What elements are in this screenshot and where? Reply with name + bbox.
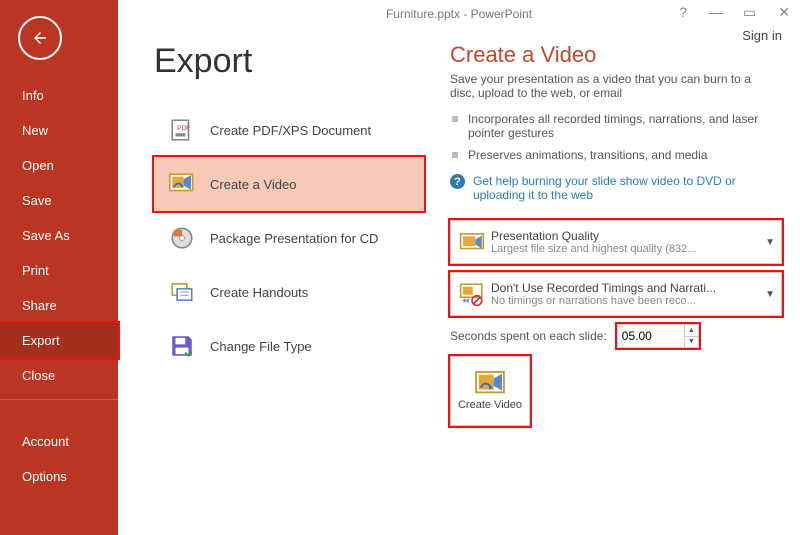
help-link[interactable]: ? Get help burning your slide show video… [450,174,770,202]
back-arrow-icon [31,29,49,47]
sidebar-item-new[interactable]: New [0,113,118,148]
page-title: Export [154,42,424,81]
sidebar-item-save-as[interactable]: Save As [0,218,118,253]
export-option-icon [162,279,202,305]
panel-heading: Create a Video [450,42,782,68]
restore-button[interactable]: ▭ [743,4,756,21]
create-video-button[interactable]: Create Video [450,356,530,426]
export-option-label: Create a Video [210,177,297,192]
sidebar-item-share[interactable]: Share [0,288,118,323]
help-icon: ? [450,174,465,189]
sidebar-item-export[interactable]: Export [0,323,118,358]
title-bar: Furniture.pptx - PowerPoint ? — ▭ ✕ [118,0,800,28]
export-option-create-a-video[interactable]: Create a Video [154,157,424,211]
export-option-create-pdf-xps-document[interactable]: PDF Create PDF/XPS Document [154,103,424,157]
timings-subtitle: No timings or narrations have been reco.… [491,295,765,307]
export-option-create-handouts[interactable]: Create Handouts [154,265,424,319]
no-timings-icon [457,281,487,307]
sidebar-divider [0,399,118,418]
create-video-panel: Create a Video Save your presentation as… [424,42,800,426]
panel-description: Save your presentation as a video that y… [450,72,770,100]
timings-dropdown[interactable]: Don't Use Recorded Timings and Narrati..… [450,272,782,316]
export-option-label: Change File Type [210,339,312,354]
quality-dropdown[interactable]: Presentation Quality Largest file size a… [450,220,782,264]
export-option-label: Create Handouts [210,285,308,300]
create-video-icon [475,371,505,397]
presentation-quality-icon [457,229,487,255]
export-option-icon [162,171,202,197]
sidebar-item-print[interactable]: Print [0,253,118,288]
export-option-label: Package Presentation for CD [210,231,378,246]
export-option-icon: PDF [162,117,202,143]
export-option-change-file-type[interactable]: Change File Type [154,319,424,373]
close-window-button[interactable]: ✕ [778,4,790,21]
sidebar-item-close[interactable]: Close [0,358,118,393]
sidebar-item-options[interactable]: Options [0,459,118,494]
seconds-label: Seconds spent on each slide: [450,329,607,343]
panel-bullet: Preserves animations, transitions, and m… [450,144,782,166]
export-option-package-presentation-for-cd[interactable]: Package Presentation for CD [154,211,424,265]
create-video-label: Create Video [458,399,522,411]
seconds-input[interactable] [618,325,684,347]
timings-title: Don't Use Recorded Timings and Narrati..… [491,281,765,295]
backstage-sidebar: InfoNewOpenSaveSave AsPrintShareExportCl… [0,0,118,535]
back-button[interactable] [18,16,62,60]
export-option-label: Create PDF/XPS Document [210,123,371,138]
sign-in-link[interactable]: Sign in [742,28,782,43]
export-option-icon [162,333,202,359]
export-option-icon [162,225,202,251]
sidebar-item-open[interactable]: Open [0,148,118,183]
panel-bullet: Incorporates all recorded timings, narra… [450,108,782,144]
minimize-button[interactable]: — [709,4,721,21]
sidebar-item-account[interactable]: Account [0,424,118,459]
export-options-list: PDF Create PDF/XPS Document Create a Video… [154,103,424,373]
svg-text:PDF: PDF [177,125,190,132]
chevron-down-icon: ▼ [765,289,775,300]
spinner-down-button[interactable]: ▼ [684,337,698,348]
sidebar-item-info[interactable]: Info [0,78,118,113]
help-button[interactable]: ? [679,4,687,21]
seconds-spinner[interactable]: ▲ ▼ [617,324,699,348]
panel-bullets: Incorporates all recorded timings, narra… [450,108,782,166]
quality-title: Presentation Quality [491,229,765,243]
quality-subtitle: Largest file size and highest quality (8… [491,243,765,255]
sidebar-item-save[interactable]: Save [0,183,118,218]
help-text: Get help burning your slide show video t… [473,174,770,202]
spinner-up-button[interactable]: ▲ [684,325,698,337]
chevron-down-icon: ▼ [765,237,775,248]
